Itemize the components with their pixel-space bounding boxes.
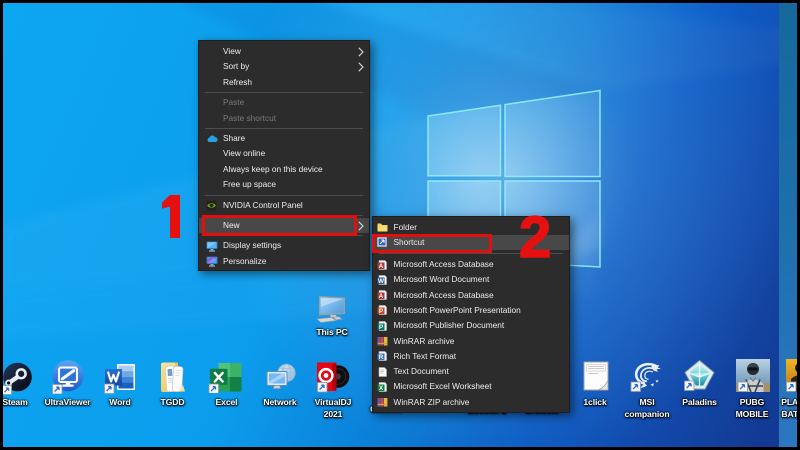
svg-text:P: P [379,324,384,331]
svg-text:X: X [379,385,384,392]
svg-text:R: R [379,354,384,361]
svg-text:A: A [379,293,384,300]
svg-text:W: W [378,278,385,285]
svg-text:P: P [379,308,384,315]
svg-text:A: A [379,263,384,270]
